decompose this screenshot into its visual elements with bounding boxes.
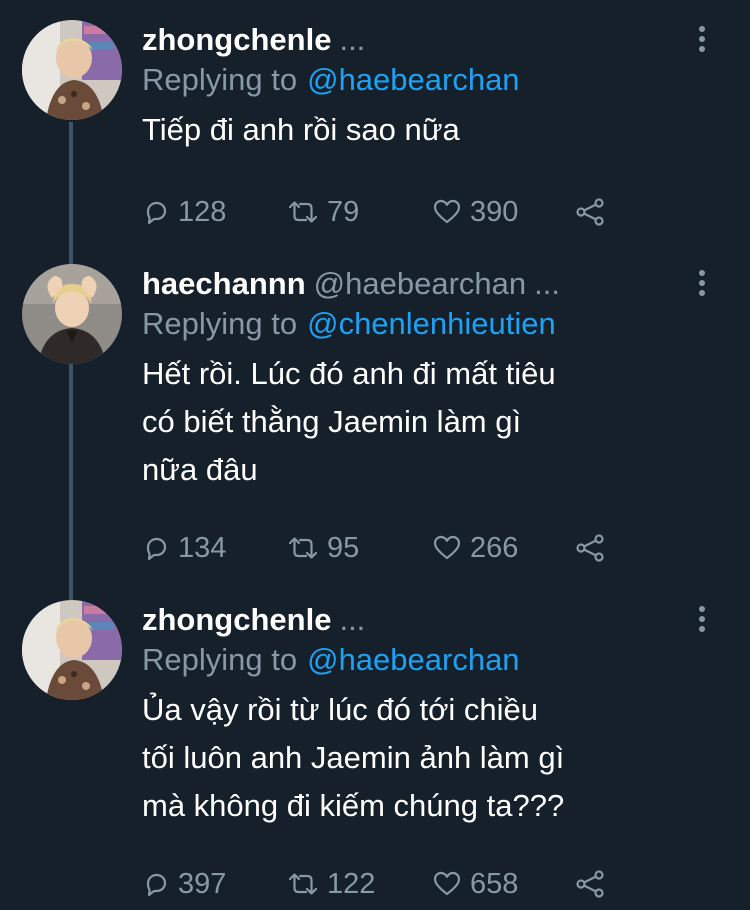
like-button[interactable]: 390 <box>432 196 574 229</box>
heart-icon <box>433 871 461 896</box>
retweet-count: 79 <box>327 195 360 228</box>
display-name[interactable]: zhongchenle <box>142 602 331 637</box>
tweet-text-line: Ủa vậy rồi từ lúc đó tới chiều <box>142 692 539 727</box>
reply-icon <box>146 537 167 561</box>
heart-icon <box>433 199 461 224</box>
tweet-text: Hết rồi. Lúc đó anh đi mất tiêu có biết … <box>142 350 690 494</box>
replying-to-label: Replying to <box>142 62 298 97</box>
share-button[interactable] <box>574 534 606 562</box>
replying-to-label: Replying to <box>142 306 298 341</box>
reply-button[interactable]: 128 <box>142 196 287 229</box>
replying-to-mention[interactable]: @haebearchan <box>307 62 519 97</box>
like-button[interactable]: 266 <box>432 532 574 565</box>
tweet-actions: 397 122 658 <box>142 864 606 904</box>
retweet-icon <box>288 201 318 223</box>
reply-button[interactable]: 134 <box>142 532 287 565</box>
like-count: 658 <box>470 867 519 900</box>
retweet-button[interactable]: 79 <box>287 196 432 229</box>
share-button[interactable] <box>574 198 606 226</box>
tweet-text-line: nữa đâu <box>142 452 258 487</box>
reply-count: 397 <box>178 867 227 900</box>
like-button[interactable]: 658 <box>432 868 574 901</box>
tweet-text-line: tối luôn anh Jaemin ảnh làm gì <box>142 740 565 775</box>
replying-to-mention[interactable]: @haebearchan <box>307 642 519 677</box>
reply-icon <box>146 873 167 897</box>
tweet-actions: 134 95 266 <box>142 528 606 568</box>
share-icon <box>576 870 604 898</box>
tweet-text-line: Hết rồi. Lúc đó anh đi mất tiêu <box>142 356 556 391</box>
retweet-button[interactable]: 122 <box>287 868 432 901</box>
more-icon[interactable] <box>692 26 712 56</box>
reply-button[interactable]: 397 <box>142 868 287 901</box>
like-count: 266 <box>470 531 519 564</box>
tweet-text-line: Tiếp đi anh rồi sao nữa <box>142 112 460 147</box>
header-ellipsis: ... <box>339 22 366 57</box>
retweet-button[interactable]: 95 <box>287 532 432 565</box>
display-name[interactable]: zhongchenle <box>142 22 331 57</box>
retweet-count: 95 <box>327 531 360 564</box>
header-ellipsis: ... <box>339 602 366 637</box>
retweet-icon <box>288 873 318 895</box>
replying-to-label: Replying to <box>142 642 298 677</box>
share-button[interactable] <box>574 870 606 898</box>
tweet-actions: 128 79 390 <box>142 192 606 232</box>
reply-icon <box>146 201 167 225</box>
heart-icon <box>433 535 461 560</box>
reply-count: 134 <box>178 531 227 564</box>
replying-to-mention[interactable]: @chenlenhieutien <box>307 306 556 341</box>
like-count: 390 <box>470 195 519 228</box>
tweet-text-line: mà không đi kiếm chúng ta??? <box>142 788 565 823</box>
avatar[interactable] <box>22 20 122 120</box>
tweet-text: Ủa vậy rồi từ lúc đó tới chiều tối luôn … <box>142 686 690 830</box>
user-handle[interactable]: @haebearchan <box>314 266 526 301</box>
more-icon[interactable] <box>692 606 712 636</box>
display-name[interactable]: haechannn <box>142 266 306 301</box>
avatar[interactable] <box>22 600 122 700</box>
tweet-text: Tiếp đi anh rồi sao nữa <box>142 106 690 154</box>
header-ellipsis: ... <box>534 266 560 301</box>
share-icon <box>576 198 604 226</box>
share-icon <box>576 534 604 562</box>
retweet-icon <box>288 537 318 559</box>
tweet-text-line: có biết thằng Jaemin làm gì <box>142 404 522 439</box>
avatar[interactable] <box>22 264 122 364</box>
retweet-count: 122 <box>327 867 376 900</box>
more-icon[interactable] <box>692 270 712 300</box>
reply-count: 128 <box>178 195 227 228</box>
